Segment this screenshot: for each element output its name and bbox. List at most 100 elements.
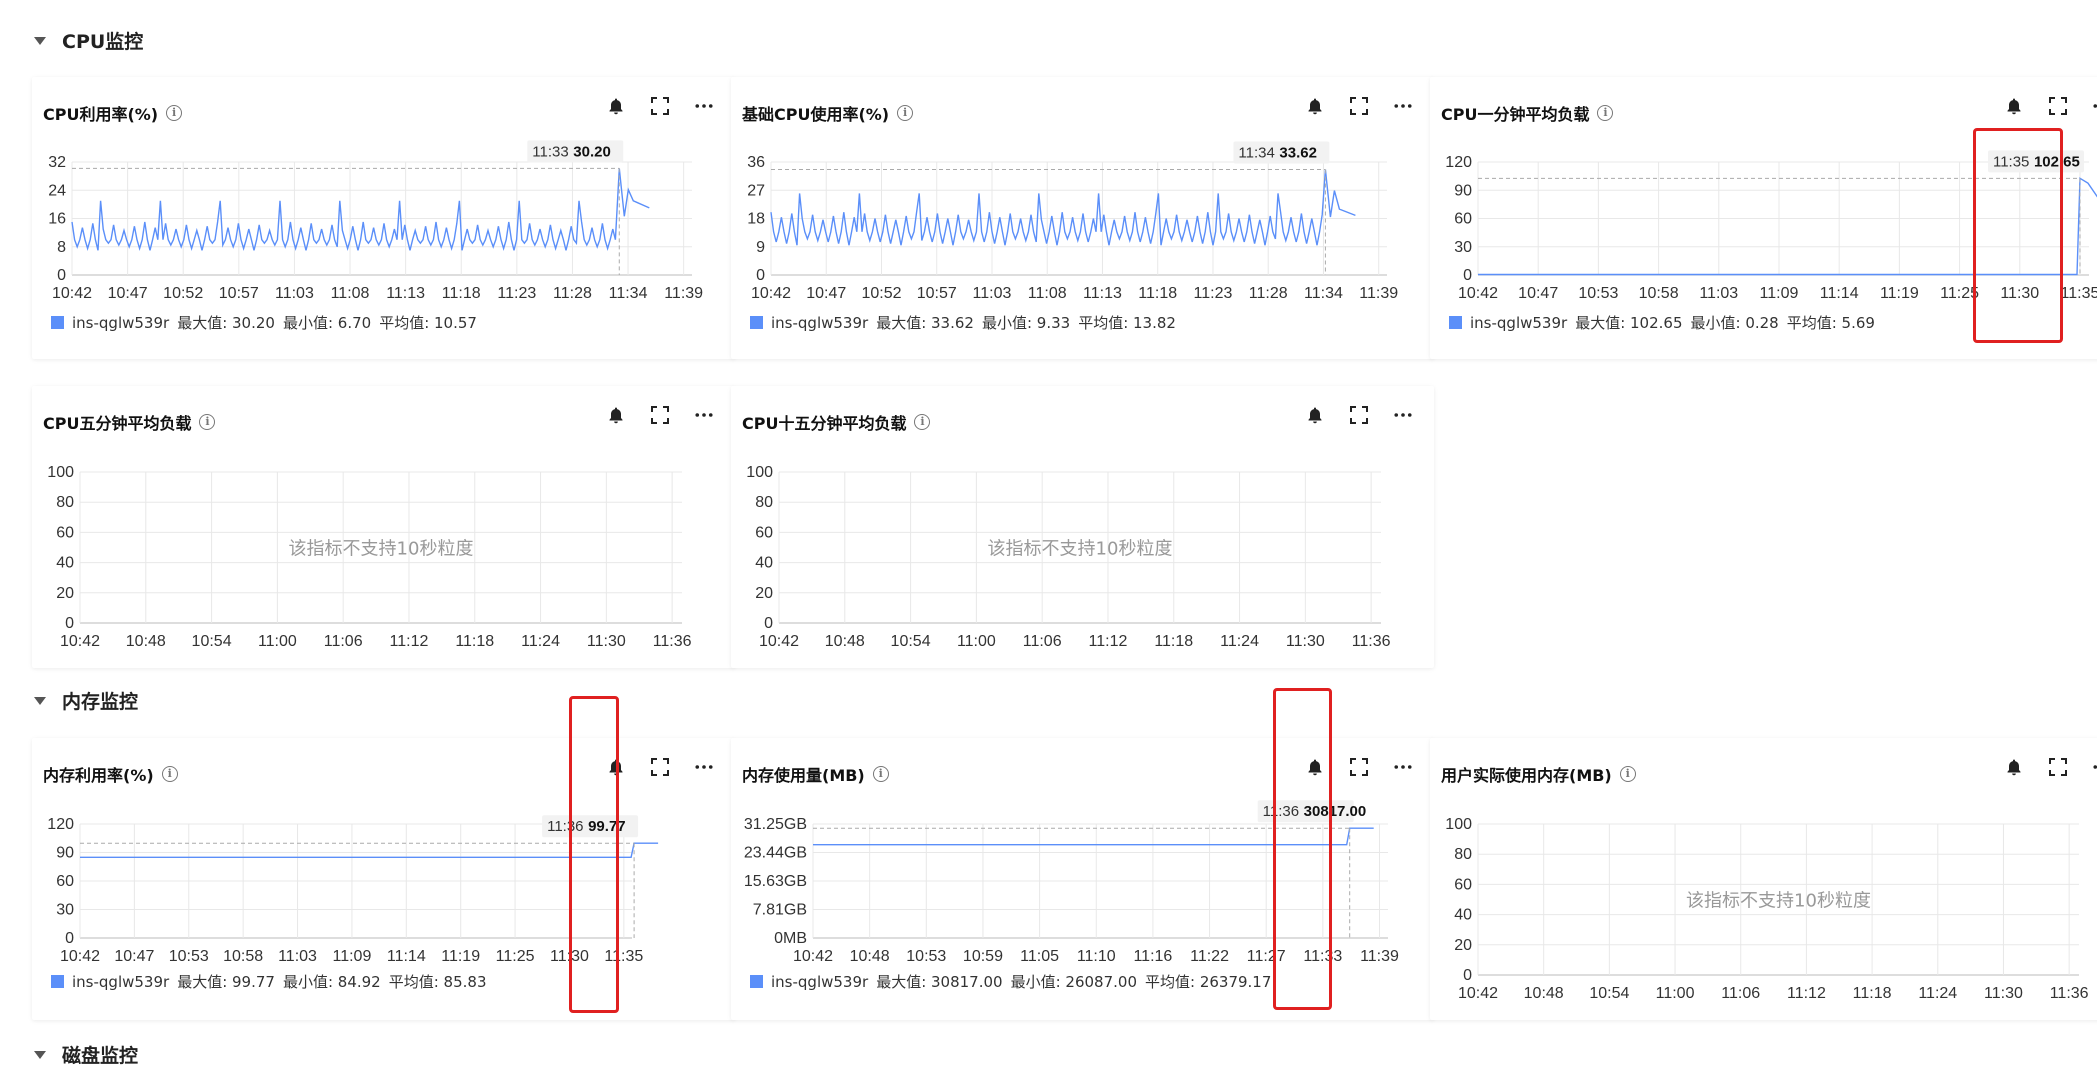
x-tick-label: 11:23: [1194, 285, 1233, 302]
x-tick-label: 11:03: [278, 948, 317, 965]
x-tick-label: 10:57: [917, 285, 957, 302]
tooltip-value: 99.77: [588, 818, 626, 835]
y-tick-label: 40: [1454, 907, 1472, 924]
tooltip-time: 11:36: [547, 818, 583, 835]
metric-card: 基础CPU使用率(%) i 0 9 18 27 36 10:42 10:47 10:52 10:57…: [731, 77, 1434, 359]
tooltip-time: 11:33: [532, 143, 568, 160]
x-tick-label: 10:47: [108, 285, 148, 302]
x-tick-label: 10:54: [891, 633, 931, 650]
chart-legend[interactable]: ins-qglw539r 最大值: 102.65 最小值: 0.28 平均值: 5.6…: [1449, 312, 1875, 333]
y-tick-label: 40: [56, 555, 74, 572]
series-line[interactable]: [813, 827, 1374, 846]
y-tick-label: 80: [755, 494, 773, 511]
x-tick-label: 11:36: [653, 633, 692, 650]
y-tick-label: 100: [746, 464, 773, 481]
section-cpu-header[interactable]: CPU监控: [34, 28, 143, 53]
x-tick-label: 10:57: [219, 285, 259, 302]
x-tick-label: 11:24: [1220, 633, 1259, 650]
section-disk-header[interactable]: 磁盘监控: [34, 1042, 139, 1067]
x-tick-label: 11:24: [521, 633, 560, 650]
x-tick-label: 11:13: [1083, 285, 1122, 302]
legend-max: 最大值: 102.65: [1575, 314, 1683, 332]
x-tick-label: 11:18: [442, 285, 481, 302]
x-tick-label: 11:23: [497, 285, 536, 302]
legend-swatch: [750, 316, 763, 329]
x-tick-label: 11:14: [1820, 285, 1859, 302]
legend-avg: 平均值: 13.82: [1078, 314, 1176, 332]
legend-min: 最小值: 84.92: [282, 973, 381, 991]
x-tick-label: 11:30: [587, 633, 626, 650]
chart[interactable]: 0 20 40 60 80 100 10:42 10:48 10:54 11:00 11:06 11:…: [32, 386, 735, 668]
legend-swatch: [1449, 316, 1462, 329]
y-tick-label: 8: [57, 239, 66, 256]
y-tick-label: 15.63GB: [744, 873, 807, 890]
x-tick-label: 11:19: [1880, 285, 1919, 302]
legend-max: 最大值: 33.62: [876, 314, 974, 332]
no-data-message: 该指标不支持10秒粒度: [1686, 891, 1871, 912]
legend-min: 最小值: 26087.00: [1010, 973, 1137, 991]
x-tick-label: 11:27: [1247, 948, 1286, 965]
chart-legend[interactable]: ins-qglw539r 最大值: 30.20 最小值: 6.70 平均值: 10.5…: [51, 312, 477, 333]
section-memory-header[interactable]: 内存监控: [34, 688, 139, 713]
x-tick-label: 11:10: [1077, 948, 1116, 965]
no-data-message: 该指标不支持10秒粒度: [988, 539, 1173, 560]
y-tick-label: 36: [747, 154, 765, 171]
x-tick-label: 10:54: [1589, 985, 1629, 1002]
y-tick-label: 60: [56, 873, 74, 890]
tooltip-time: 11:35: [1993, 153, 2029, 170]
y-tick-label: 7.81GB: [753, 902, 807, 919]
y-tick-label: 0: [764, 615, 773, 632]
x-tick-label: 11:28: [1249, 285, 1288, 302]
legend-max: 最大值: 99.77: [177, 973, 275, 991]
x-tick-label: 10:47: [806, 285, 846, 302]
x-tick-label: 11:36: [2050, 985, 2089, 1002]
y-tick-label: 60: [1454, 211, 1472, 228]
series-line[interactable]: [80, 842, 659, 858]
collapse-caret-icon[interactable]: [34, 697, 46, 705]
legend-min: 最小值: 9.33: [981, 314, 1071, 332]
collapse-caret-icon[interactable]: [34, 37, 46, 45]
chart-legend[interactable]: ins-qglw539r 最大值: 99.77 最小值: 84.92 平均值: 85.…: [51, 971, 486, 992]
x-tick-label: 11:09: [332, 948, 371, 965]
y-tick-label: 30: [1454, 239, 1472, 256]
x-tick-label: 11:35: [604, 948, 643, 965]
y-tick-label: 120: [1445, 154, 1472, 171]
x-tick-label: 11:35: [2061, 285, 2097, 302]
collapse-caret-icon[interactable]: [34, 1051, 46, 1059]
x-tick-label: 11:05: [1020, 948, 1059, 965]
chart-legend[interactable]: ins-qglw539r 最大值: 33.62 最小值: 9.33 平均值: 13.8…: [750, 312, 1176, 333]
x-tick-label: 11:03: [1699, 285, 1738, 302]
x-tick-label: 11:14: [387, 948, 426, 965]
chart-legend[interactable]: ins-qglw539r 最大值: 30817.00 最小值: 26087.00 平均…: [750, 971, 1271, 992]
y-tick-label: 24: [48, 182, 66, 199]
x-tick-label: 11:06: [1023, 633, 1062, 650]
y-tick-label: 20: [755, 585, 773, 602]
x-tick-label: 10:58: [1639, 285, 1679, 302]
x-tick-label: 10:52: [861, 285, 901, 302]
x-tick-label: 11:06: [1721, 985, 1760, 1002]
x-tick-label: 10:48: [850, 948, 890, 965]
x-tick-label: 10:42: [60, 948, 100, 965]
y-tick-label: 20: [1454, 937, 1472, 954]
x-tick-label: 11:39: [1360, 948, 1399, 965]
legend-swatch: [51, 316, 64, 329]
tooltip-value: 33.62: [1279, 144, 1317, 161]
y-tick-label: 90: [1454, 182, 1472, 199]
y-tick-label: 0: [1463, 967, 1472, 984]
x-tick-label: 11:03: [275, 285, 314, 302]
metric-card: CPU一分钟平均负载 i 0 30 60 90 120 10:42 10:47 10:53 10:5…: [1430, 77, 2097, 359]
y-tick-label: 60: [56, 524, 74, 541]
y-tick-label: 0: [65, 615, 74, 632]
series-line[interactable]: [71, 168, 650, 251]
section-memory-title: 内存监控: [62, 690, 139, 713]
tooltip-value: 30817.00: [1304, 803, 1367, 820]
series-line[interactable]: [1478, 177, 2097, 276]
y-tick-label: 9: [756, 239, 765, 256]
legend-series-name: ins-qglw539r: [1470, 313, 1568, 332]
legend-series-name: ins-qglw539r: [771, 972, 869, 991]
chart[interactable]: 0 20 40 60 80 100 10:42 10:48 10:54 11:00 11:06 11:…: [731, 386, 1434, 668]
chart[interactable]: 0 20 40 60 80 100 10:42 10:48 10:54 11:00 11:06 11:…: [1430, 738, 2097, 1020]
section-disk-title: 磁盘监控: [62, 1044, 139, 1067]
x-tick-label: 10:52: [163, 285, 203, 302]
x-tick-label: 10:48: [126, 633, 166, 650]
